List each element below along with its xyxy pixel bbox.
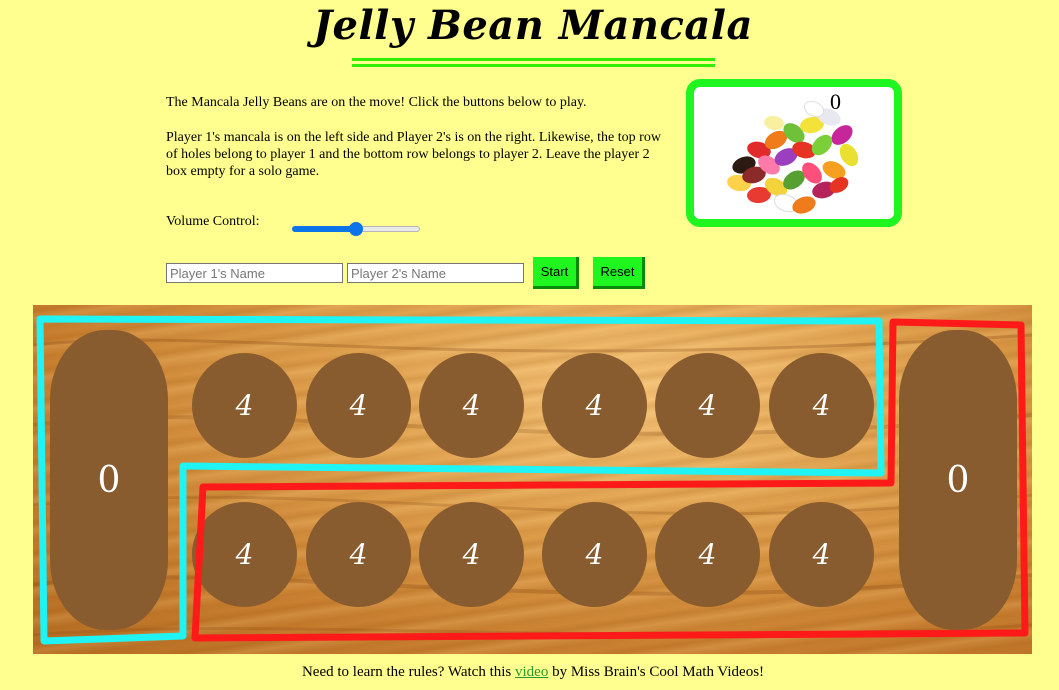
mancala-board: 0 0 4 4 4 4 4 4 4 4 4 4 4 4 [33, 305, 1032, 654]
pit-bottom-6[interactable]: 4 [769, 502, 874, 607]
pit-bottom-3[interactable]: 4 [419, 502, 524, 607]
pit-top-3[interactable]: 4 [419, 353, 524, 458]
player1-name-input[interactable] [166, 263, 343, 283]
pit-bottom-5[interactable]: 4 [655, 502, 760, 607]
pit-top-4[interactable]: 4 [542, 353, 647, 458]
volume-slider[interactable] [292, 220, 420, 240]
reset-button[interactable]: Reset [593, 257, 645, 289]
player1-mancala[interactable]: 0 [50, 330, 168, 630]
volume-label: Volume Control: [166, 214, 260, 229]
video-link[interactable]: video [515, 664, 548, 680]
player2-name-input[interactable] [347, 263, 524, 283]
intro-paragraph-1: The Mancala Jelly Beans are on the move!… [166, 95, 587, 110]
title-underline [352, 58, 715, 61]
pit-top-5[interactable]: 4 [655, 353, 760, 458]
pit-bottom-2[interactable]: 4 [306, 502, 411, 607]
footer: Need to learn the rules? Watch this vide… [0, 664, 1059, 681]
pit-bottom-1[interactable]: 4 [192, 502, 297, 607]
player2-mancala[interactable]: 0 [899, 330, 1017, 630]
page-title: Jelly Bean Mancala [313, 2, 753, 49]
wood-grain-texture [33, 333, 1032, 637]
pit-bottom-4[interactable]: 4 [542, 502, 647, 607]
start-button[interactable]: Start [533, 257, 579, 289]
pit-top-6[interactable]: 4 [769, 353, 874, 458]
footer-text-after: by Miss Brain's Cool Math Videos! [548, 664, 765, 680]
footer-text-before: Need to learn the rules? Watch this [301, 664, 515, 680]
jelly-beans-image [727, 100, 859, 214]
intro-paragraph-2: Player 1's mancala is on the left side a… [166, 130, 661, 179]
jelly-bean-box: 0 [686, 79, 902, 227]
pit-top-1[interactable]: 4 [192, 353, 297, 458]
bean-count: 0 [830, 89, 841, 114]
volume-slider-fill [292, 226, 356, 232]
pit-top-2[interactable]: 4 [306, 353, 411, 458]
title-underline [352, 64, 715, 67]
volume-slider-thumb[interactable] [349, 222, 363, 236]
